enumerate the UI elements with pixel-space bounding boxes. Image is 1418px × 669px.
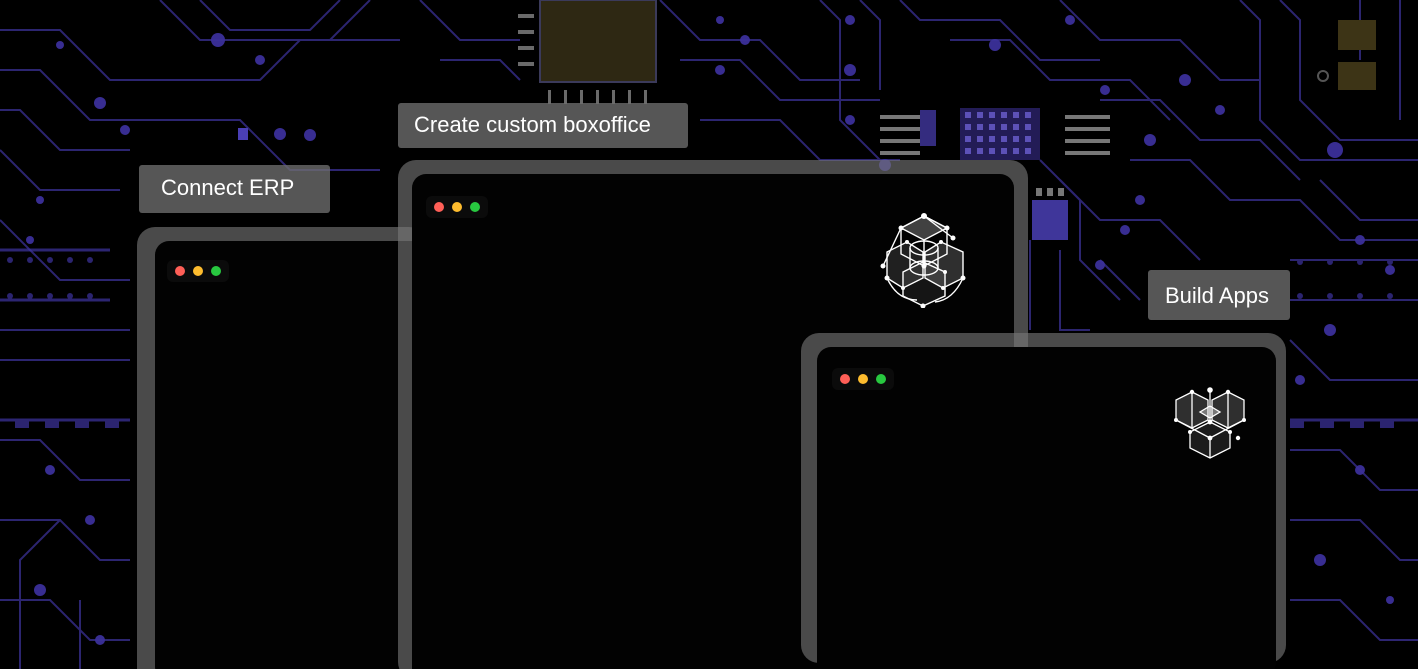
yellow-dot-icon[interactable]	[452, 202, 462, 212]
create-boxoffice-label: Create custom boxoffice	[398, 103, 688, 148]
yellow-dot-icon[interactable]	[193, 266, 203, 276]
cube-network-icon	[880, 213, 966, 308]
build-apps-label: Build Apps	[1148, 270, 1290, 320]
green-dot-icon[interactable]	[470, 202, 480, 212]
stacked-cubes-icon	[1174, 387, 1246, 459]
green-dot-icon[interactable]	[876, 374, 886, 384]
apps-window-controls	[832, 368, 894, 390]
erp-window[interactable]	[155, 241, 435, 669]
red-dot-icon[interactable]	[175, 266, 185, 276]
connect-erp-label: Connect ERP	[139, 165, 330, 213]
green-dot-icon[interactable]	[211, 266, 221, 276]
red-dot-icon[interactable]	[434, 202, 444, 212]
red-dot-icon[interactable]	[840, 374, 850, 384]
yellow-dot-icon[interactable]	[858, 374, 868, 384]
boxoffice-window-controls	[426, 196, 488, 218]
erp-window-controls	[167, 260, 229, 282]
